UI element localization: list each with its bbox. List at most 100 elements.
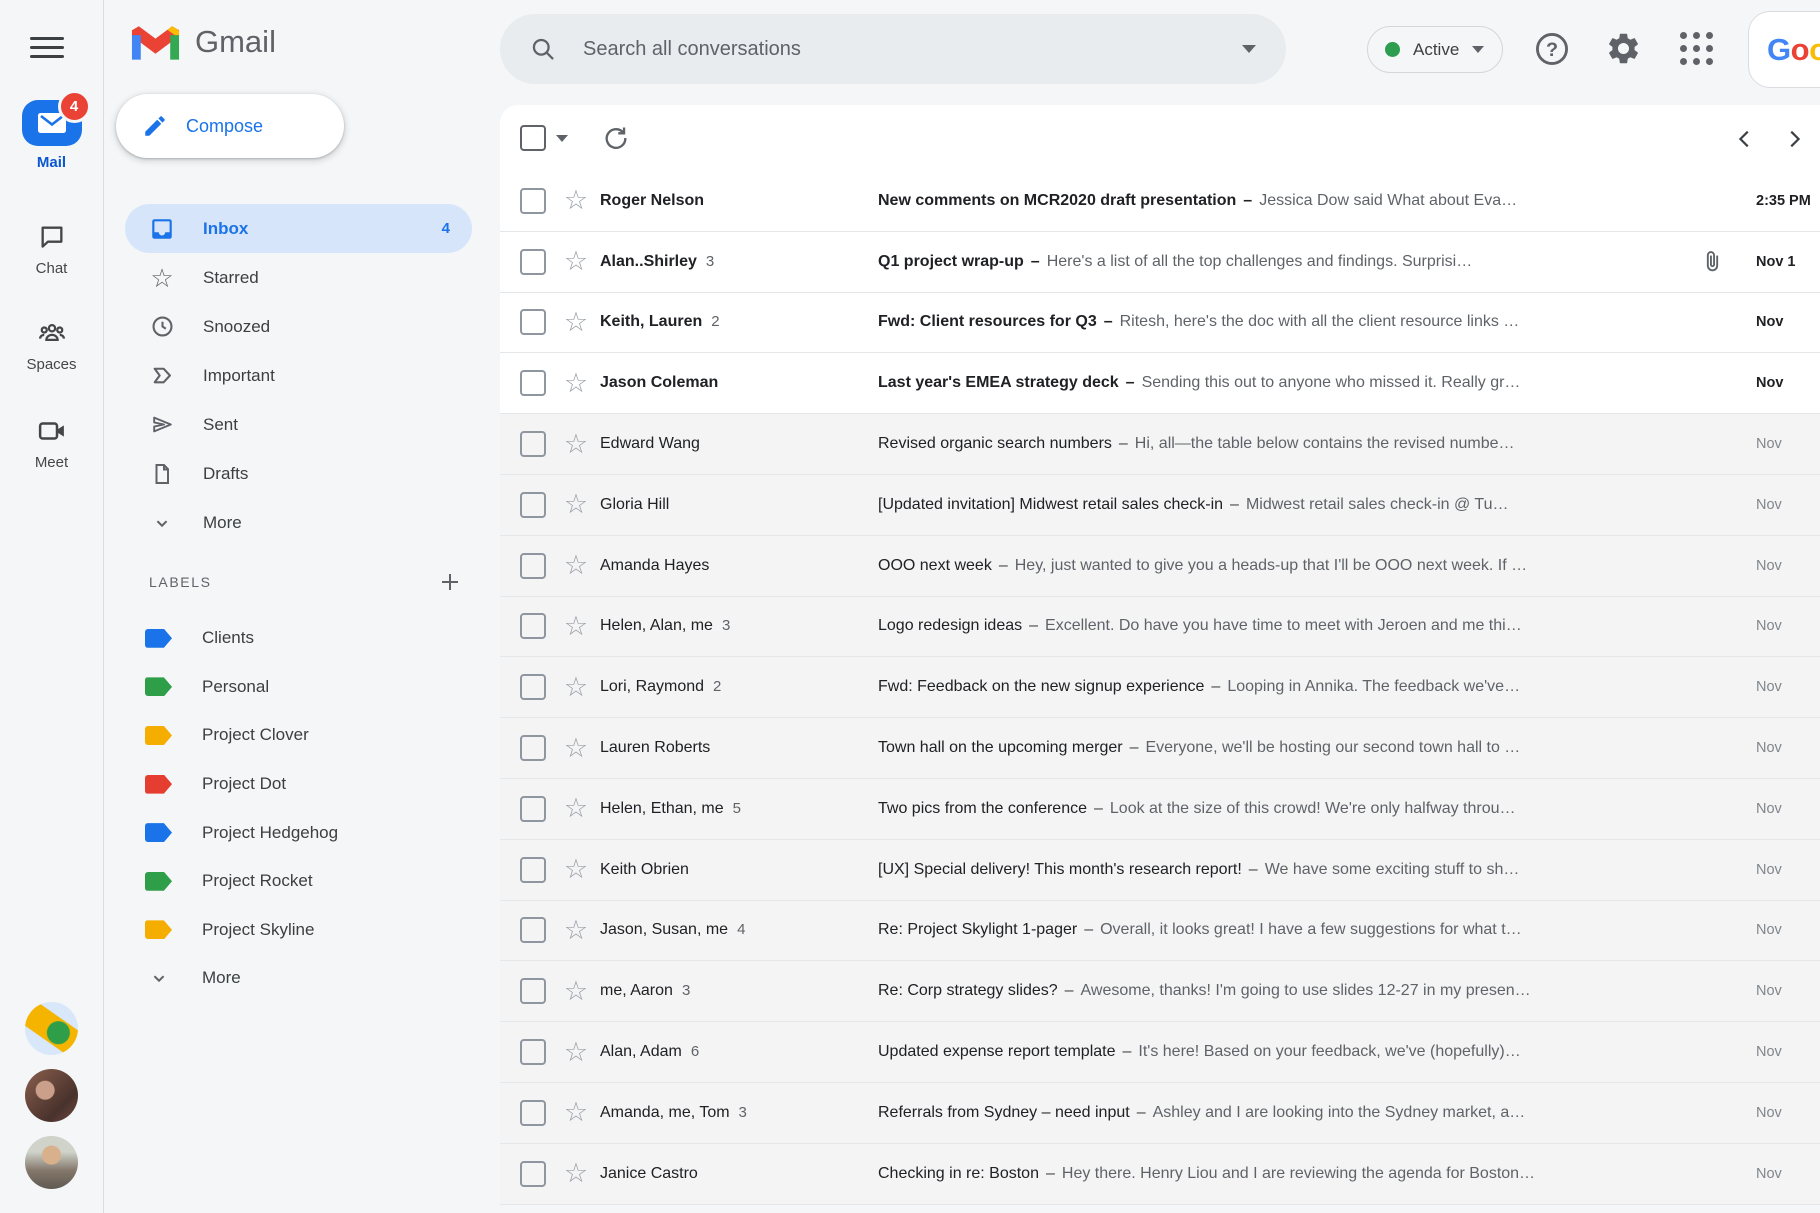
help-button[interactable]: ? [1528,25,1575,72]
sidebar-item-sent[interactable]: Sent [125,400,472,449]
email-checkbox[interactable] [520,1039,546,1065]
email-checkbox[interactable] [520,1100,546,1126]
sidebar-item-snoozed[interactable]: Snoozed [125,302,472,351]
label-item-project-clover[interactable]: Project Clover [104,711,498,760]
email-checkbox[interactable] [520,917,546,943]
search-input[interactable]: Search all conversations [583,38,1216,61]
star-toggle-icon[interactable]: ☆ [558,917,594,944]
sidebar-item-inbox[interactable]: Inbox4 [125,204,472,253]
older-page-button[interactable] [1780,125,1807,152]
email-row[interactable]: ☆Gloria Hill[Updated invitation] Midwest… [500,475,1820,536]
email-row[interactable]: ☆Lauren RobertsTown hall on the upcoming… [500,718,1820,779]
label-item-project-dot[interactable]: Project Dot [104,760,498,809]
add-label-icon[interactable] [438,570,462,594]
email-checkbox[interactable] [520,1161,546,1187]
star-toggle-icon[interactable]: ☆ [558,552,594,579]
label-tag-icon [145,920,172,939]
refresh-button[interactable] [602,124,630,152]
email-checkbox[interactable] [520,613,546,639]
label-item-clients[interactable]: Clients [104,614,498,663]
rail-item-mail[interactable]: 4Mail [0,100,103,171]
email-row[interactable]: ☆me, Aaron3Re: Corp strategy slides?–Awe… [500,961,1820,1022]
email-checkbox[interactable] [520,249,546,275]
email-checkbox[interactable] [520,978,546,1004]
sidebar-item-important[interactable]: Important [125,351,472,400]
star-toggle-icon[interactable]: ☆ [558,431,594,458]
google-apps-button[interactable] [1673,25,1720,72]
email-checkbox[interactable] [520,431,546,457]
email-checkbox[interactable] [520,857,546,883]
email-row[interactable]: ☆Helen, Alan, me3Logo redesign ideas–Exc… [500,597,1820,658]
avatar[interactable] [25,1002,78,1055]
star-toggle-icon[interactable]: ☆ [558,1099,594,1126]
search-bar[interactable]: Search all conversations [500,14,1286,84]
star-toggle-icon[interactable]: ☆ [558,248,594,275]
email-checkbox[interactable] [520,188,546,214]
compose-button[interactable]: Compose [116,94,344,158]
star-toggle-icon[interactable]: ☆ [558,1160,594,1187]
sidebar-item-starred[interactable]: ☆Starred [125,253,472,302]
pencil-icon [142,113,168,139]
select-options-icon[interactable] [556,135,568,142]
star-toggle-icon[interactable]: ☆ [558,978,594,1005]
email-row[interactable]: ☆Amanda, me, Tom3Referrals from Sydney –… [500,1083,1820,1144]
email-row[interactable]: ☆Keith, Lauren2Fwd: Client resources for… [500,293,1820,354]
subject-snippet-separator: – [1126,374,1135,391]
select-all-checkbox[interactable] [520,125,546,151]
star-toggle-icon[interactable]: ☆ [558,491,594,518]
email-checkbox[interactable] [520,796,546,822]
star-toggle-icon[interactable]: ☆ [558,856,594,883]
email-row[interactable]: ☆Alan..Shirley3Q1 project wrap-up–Here's… [500,232,1820,293]
avatar[interactable] [25,1136,78,1189]
email-sender: Edward Wang [600,435,866,453]
email-subject-line: Re: Corp strategy slides?–Awesome, thank… [878,982,1738,1000]
email-subject: Re: Corp strategy slides? [878,982,1058,999]
email-row[interactable]: ☆Jason ColemanLast year's EMEA strategy … [500,353,1820,414]
settings-button[interactable] [1600,25,1647,72]
rail-item-chat[interactable]: Chat [0,222,103,277]
email-checkbox[interactable] [520,553,546,579]
email-row[interactable]: ☆Amanda HayesOOO next week–Hey, just wan… [500,536,1820,597]
email-row[interactable]: ☆Edward WangRevised organic search numbe… [500,414,1820,475]
email-date: Nov [1756,922,1782,938]
email-checkbox[interactable] [520,674,546,700]
email-row[interactable]: ☆Lori, Raymond2Fwd: Feedback on the new … [500,657,1820,718]
sidebar-item-more[interactable]: More [125,498,472,547]
email-row[interactable]: ☆Jason, Susan, me4Re: Project Skylight 1… [500,901,1820,962]
google-account-widget[interactable]: Goog [1748,11,1820,88]
search-options-icon[interactable] [1242,45,1256,53]
rail-item-meet[interactable]: Meet [0,416,103,471]
subject-snippet-separator: – [1122,1043,1131,1060]
star-toggle-icon[interactable]: ☆ [558,187,594,214]
status-selector[interactable]: Active [1367,26,1503,73]
label-item-project-hedgehog[interactable]: Project Hedgehog [104,808,498,857]
rail-item-spaces[interactable]: Spaces [0,318,103,373]
email-checkbox[interactable] [520,735,546,761]
email-row[interactable]: ☆Keith Obrien[UX] Special delivery! This… [500,840,1820,901]
label-item-project-skyline[interactable]: Project Skyline [104,906,498,955]
email-row[interactable]: ☆Alan, Adam6Updated expense report templ… [500,1022,1820,1083]
star-toggle-icon[interactable]: ☆ [558,613,594,640]
svg-text:?: ? [1545,38,1557,60]
newer-page-button[interactable] [1731,125,1758,152]
email-checkbox[interactable] [520,370,546,396]
email-checkbox[interactable] [520,492,546,518]
email-row[interactable]: ☆Roger NelsonNew comments on MCR2020 dra… [500,171,1820,232]
star-toggle-icon[interactable]: ☆ [558,309,594,336]
email-row[interactable]: ☆Janice CastroChecking in re: Boston–Hey… [500,1144,1820,1205]
star-toggle-icon[interactable]: ☆ [558,735,594,762]
email-snippet: Ritesh, here's the doc with all the clie… [1120,313,1520,330]
star-toggle-icon[interactable]: ☆ [558,370,594,397]
label-item-personal[interactable]: Personal [104,663,498,712]
compose-label: Compose [186,116,263,137]
avatar[interactable] [25,1069,78,1122]
main-menu-icon[interactable] [30,31,64,64]
star-toggle-icon[interactable]: ☆ [558,1039,594,1066]
star-toggle-icon[interactable]: ☆ [558,674,594,701]
email-checkbox[interactable] [520,309,546,335]
sidebar-item-drafts[interactable]: Drafts [125,449,472,498]
star-toggle-icon[interactable]: ☆ [558,795,594,822]
email-row[interactable]: ☆Helen, Ethan, me5Two pics from the conf… [500,779,1820,840]
label-item-project-rocket[interactable]: Project Rocket [104,857,498,906]
label-item-more[interactable]: More [104,954,498,1003]
